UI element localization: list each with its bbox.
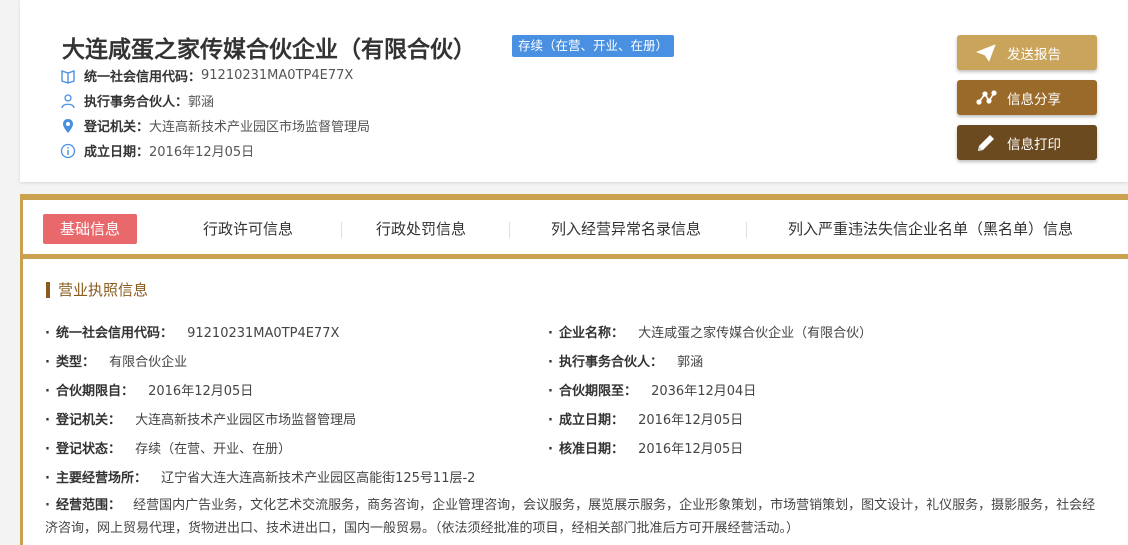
tab-admin-license[interactable]: 行政许可信息 <box>203 218 293 239</box>
tab-divider <box>746 222 747 238</box>
authority-label: 登记机关： <box>84 120 150 135</box>
location-pin-icon <box>63 118 73 133</box>
field-address: · 主要经营场所： 辽宁省大连大连高新技术产业园区高能街125号11层-2 <box>45 471 476 486</box>
field-established: · 成立日期： 2016年12月05日 <box>548 413 744 428</box>
send-report-button[interactable]: 发送报告 <box>957 35 1097 70</box>
share-icon <box>976 89 997 105</box>
credit-code-value: 91210231MA0TP4E77X <box>201 68 354 83</box>
company-title: 大连咸蛋之家传媒合伙企业（有限合伙） <box>62 37 476 63</box>
field-scope: · 经营范围： 经营国内广告业务，文化艺术交流服务，商务咨询，企业管理咨询，会议服… <box>45 498 1096 536</box>
tab-divider <box>341 222 342 238</box>
partner-line: 执行事务合伙人： 郭涵 <box>60 91 214 110</box>
main-panel: 基础信息 行政许可信息 行政处罚信息 列入经营异常名录信息 列入严重违法失信企业… <box>20 194 1128 545</box>
field-type: · 类型： 有限合伙企业 <box>45 355 188 370</box>
paper-plane-icon <box>975 43 996 62</box>
info-icon <box>60 143 76 158</box>
established-line: 成立日期： 2016年12月05日 <box>60 141 254 160</box>
credit-code-line: 统一社会信用代码： 91210231MA0TP4E77X <box>60 66 353 85</box>
tab-bar: 基础信息 行政许可信息 行政处罚信息 列入经营异常名录信息 列入严重违法失信企业… <box>23 200 1128 259</box>
field-term-from: · 合伙期限自： 2016年12月05日 <box>45 384 254 399</box>
pencil-icon <box>978 134 994 151</box>
tab-abnormal-list[interactable]: 列入经营异常名录信息 <box>551 218 701 239</box>
share-info-button[interactable]: 信息分享 <box>957 80 1097 115</box>
send-report-label: 发送报告 <box>1007 46 1061 63</box>
share-info-label: 信息分享 <box>1007 91 1061 108</box>
section-title: 营业执照信息 <box>46 282 148 298</box>
field-company-name: · 企业名称： 大连咸蛋之家传媒合伙企业（有限合伙） <box>548 326 873 341</box>
field-authority: · 登记机关： 大连高新技术产业园区市场监督管理局 <box>45 413 357 428</box>
tab-blacklist[interactable]: 列入严重违法失信企业名单（黑名单）信息 <box>788 218 1073 239</box>
tab-basic-info[interactable]: 基础信息 <box>43 214 138 244</box>
print-info-label: 信息打印 <box>1007 136 1061 153</box>
field-reg-status: · 登记状态： 存续（在营、开业、在册） <box>45 442 292 457</box>
field-credit-code: · 统一社会信用代码： 91210231MA0TP4E77X <box>45 326 340 341</box>
tab-divider <box>509 222 510 238</box>
field-term-to: · 合伙期限至： 2036年12月04日 <box>548 384 757 399</box>
book-icon <box>61 69 75 84</box>
person-icon <box>61 93 75 108</box>
established-label: 成立日期： <box>84 145 150 160</box>
partner-value: 郭涵 <box>188 95 215 110</box>
credit-code-label: 统一社会信用代码： <box>84 70 202 85</box>
partner-label: 执行事务合伙人： <box>84 95 189 110</box>
print-info-button[interactable]: 信息打印 <box>957 125 1097 160</box>
field-approved: · 核准日期： 2016年12月05日 <box>548 442 744 457</box>
field-partner: · 执行事务合伙人： 郭涵 <box>548 355 704 370</box>
authority-value: 大连高新技术产业园区市场监督管理局 <box>149 120 371 135</box>
established-value: 2016年12月05日 <box>149 145 255 160</box>
company-header: 大连咸蛋之家传媒合伙企业（有限合伙） 存续（在营、开业、在册） 统一社会信用代码… <box>20 0 1128 182</box>
tab-admin-penalty[interactable]: 行政处罚信息 <box>376 218 466 239</box>
status-badge: 存续（在营、开业、在册） <box>512 35 675 57</box>
authority-line: 登记机关： 大连高新技术产业园区市场监督管理局 <box>60 116 370 135</box>
